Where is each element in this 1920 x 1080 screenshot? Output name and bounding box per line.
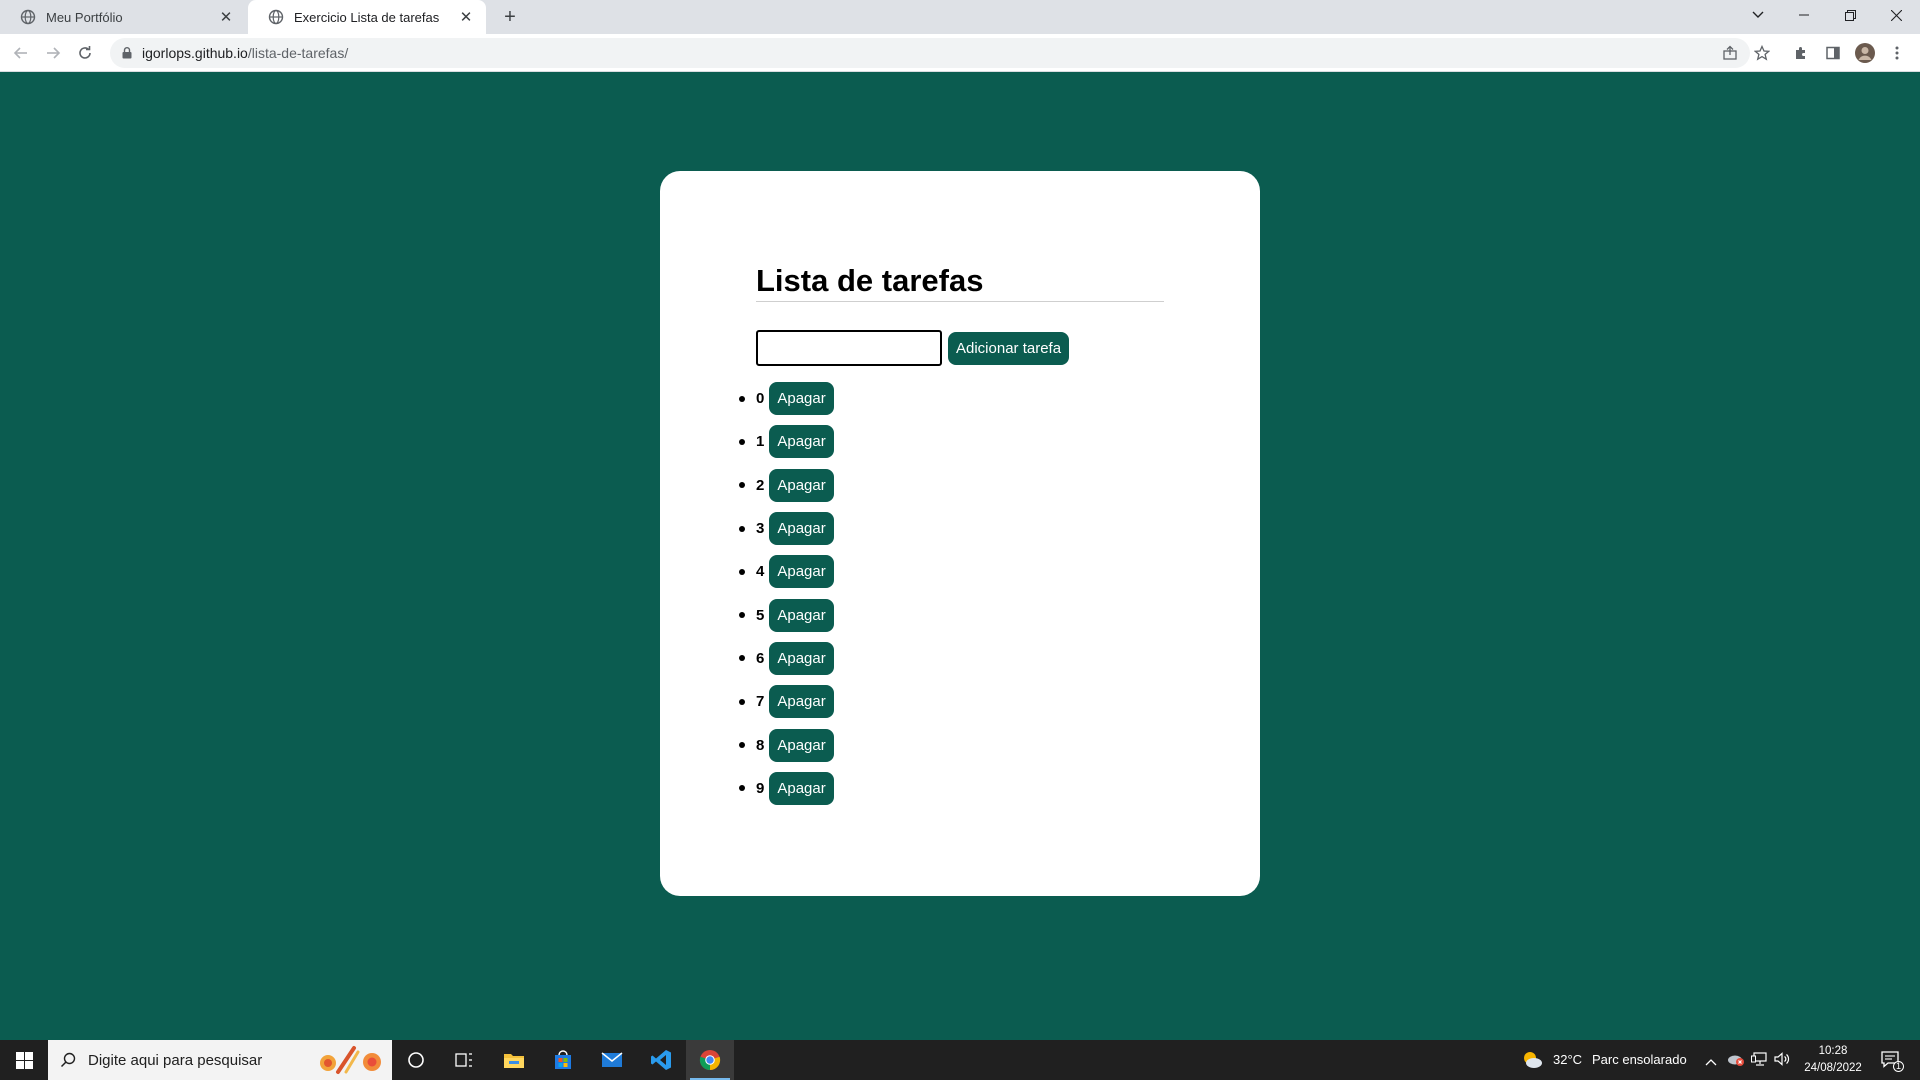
volume-icon[interactable] xyxy=(1774,1052,1790,1071)
bookmark-star-icon[interactable] xyxy=(1750,41,1774,65)
back-button[interactable] xyxy=(9,41,33,65)
task-item: 6 Apagar xyxy=(739,637,834,680)
extensions-puzzle-icon[interactable] xyxy=(1789,41,1813,65)
search-highlight-icon xyxy=(320,1046,381,1074)
list-bullet xyxy=(739,785,745,792)
globe-icon xyxy=(268,9,284,25)
task-text: 4 xyxy=(756,563,765,581)
task-text: 0 xyxy=(756,390,765,408)
reload-button[interactable] xyxy=(73,41,97,65)
list-bullet xyxy=(739,525,745,532)
task-input[interactable] xyxy=(756,330,942,366)
side-panel-icon[interactable] xyxy=(1821,41,1845,65)
minimize-button[interactable] xyxy=(1781,0,1827,30)
mail-icon[interactable] xyxy=(588,1040,636,1080)
file-explorer-icon[interactable] xyxy=(490,1040,538,1080)
notification-center-icon[interactable]: 1 xyxy=(1880,1049,1904,1072)
browser-toolbar: igorlops.github.io/lista-de-tarefas/ xyxy=(0,34,1920,72)
task-item: 2 Apagar xyxy=(739,464,834,507)
task-list: 0 Apagar 1 Apagar 2 Apagar 3 Apagar 4 Apagar 5 Apag… xyxy=(739,377,834,810)
search-placeholder: Digite aqui para pesquisar xyxy=(88,1051,263,1069)
address-bar[interactable]: igorlops.github.io/lista-de-tarefas/ xyxy=(110,38,1750,68)
restore-button[interactable] xyxy=(1827,0,1873,30)
weather-description[interactable]: Parc ensolarado xyxy=(1592,1052,1687,1067)
clock-date: 24/08/2022 xyxy=(1804,1062,1862,1074)
forward-button[interactable] xyxy=(41,41,65,65)
list-bullet xyxy=(739,742,745,749)
weather-icon[interactable] xyxy=(1521,1050,1543,1070)
list-bullet xyxy=(739,395,745,402)
todo-card: Lista de tarefas Adicionar tarefa 0 Apaga… xyxy=(660,171,1260,896)
delete-task-button[interactable]: Apagar xyxy=(769,598,834,632)
menu-kebab-icon[interactable] xyxy=(1885,41,1909,65)
profile-avatar[interactable] xyxy=(1853,41,1877,65)
tab-search-icon[interactable] xyxy=(1735,0,1781,30)
url-path: /lista-de-tarefas/ xyxy=(247,45,349,61)
close-tab-icon[interactable]: ✕ xyxy=(458,9,474,26)
tab-meu-portfolio[interactable]: Meu Portfólio ✕ xyxy=(0,0,246,34)
task-item: 3 Apagar xyxy=(739,507,834,550)
task-item: 8 Apagar xyxy=(739,723,834,766)
search-icon xyxy=(60,1052,76,1068)
share-icon[interactable] xyxy=(1718,41,1742,65)
microsoft-store-icon[interactable] xyxy=(539,1040,587,1080)
task-text: 2 xyxy=(756,476,765,494)
close-window-button[interactable] xyxy=(1873,0,1919,30)
delete-task-button[interactable]: Apagar xyxy=(769,512,834,546)
delete-task-button[interactable]: Apagar xyxy=(769,425,834,459)
task-text: 5 xyxy=(756,606,765,624)
list-bullet xyxy=(739,698,745,705)
list-bullet xyxy=(739,482,745,489)
notification-count-badge: 1 xyxy=(1893,1061,1904,1072)
globe-icon xyxy=(20,9,36,25)
task-text: 9 xyxy=(756,779,765,797)
task-item: 0 Apagar xyxy=(739,377,834,420)
delete-task-button[interactable]: Apagar xyxy=(769,685,834,719)
clock-time: 10:28 xyxy=(1818,1045,1848,1057)
tab-lista-de-tarefas[interactable]: Exercicio Lista de tarefas ✕ xyxy=(248,0,486,34)
task-text: 3 xyxy=(756,520,765,538)
network-icon[interactable] xyxy=(1751,1052,1767,1071)
task-item: 9 Apagar xyxy=(739,767,834,810)
list-bullet xyxy=(739,438,745,445)
onedrive-sync-error-icon[interactable] xyxy=(1727,1051,1745,1072)
add-task-button[interactable]: Adicionar tarefa xyxy=(948,332,1070,365)
page-title: Lista de tarefas xyxy=(756,263,1164,302)
lock-icon[interactable] xyxy=(122,47,132,59)
delete-task-button[interactable]: Apagar xyxy=(769,728,834,762)
delete-task-button[interactable]: Apagar xyxy=(769,771,834,805)
windows-taskbar: Digite aqui para pesquisar 32°C Parc ens… xyxy=(0,1040,1920,1080)
delete-task-button[interactable]: Apagar xyxy=(769,555,834,589)
tab-title: Meu Portfólio xyxy=(46,9,123,25)
delete-task-button[interactable]: Apagar xyxy=(769,468,834,502)
task-text: 7 xyxy=(756,693,765,711)
list-bullet xyxy=(739,612,745,619)
task-view-icon[interactable] xyxy=(440,1040,488,1080)
task-item: 4 Apagar xyxy=(739,550,834,593)
cortana-icon[interactable] xyxy=(392,1040,440,1080)
vscode-icon[interactable] xyxy=(637,1040,685,1080)
chrome-icon[interactable] xyxy=(686,1040,734,1080)
task-item: 5 Apagar xyxy=(739,593,834,636)
chevron-up-icon[interactable] xyxy=(1705,1053,1717,1071)
tab-title: Exercicio Lista de tarefas xyxy=(294,9,440,25)
list-bullet xyxy=(739,655,745,662)
task-text: 6 xyxy=(756,649,765,667)
taskbar-clock[interactable]: 10:28 24/08/2022 xyxy=(1793,1043,1873,1077)
new-tab-button[interactable]: + xyxy=(498,5,522,29)
task-item: 1 Apagar xyxy=(739,420,834,463)
list-bullet xyxy=(739,568,745,575)
task-text: 1 xyxy=(756,433,765,451)
url-host: igorlops.github.io xyxy=(142,45,248,61)
delete-task-button[interactable]: Apagar xyxy=(769,382,834,416)
close-tab-icon[interactable]: ✕ xyxy=(218,9,234,26)
taskbar-search-box[interactable]: Digite aqui para pesquisar xyxy=(48,1040,392,1080)
task-item: 7 Apagar xyxy=(739,680,834,723)
weather-temperature[interactable]: 32°C xyxy=(1553,1052,1582,1067)
windows-start-icon[interactable] xyxy=(0,1040,48,1080)
tab-strip: Meu Portfólio ✕ Exercicio Lista de taref… xyxy=(0,0,1920,34)
delete-task-button[interactable]: Apagar xyxy=(769,641,834,675)
task-text: 8 xyxy=(756,736,765,754)
